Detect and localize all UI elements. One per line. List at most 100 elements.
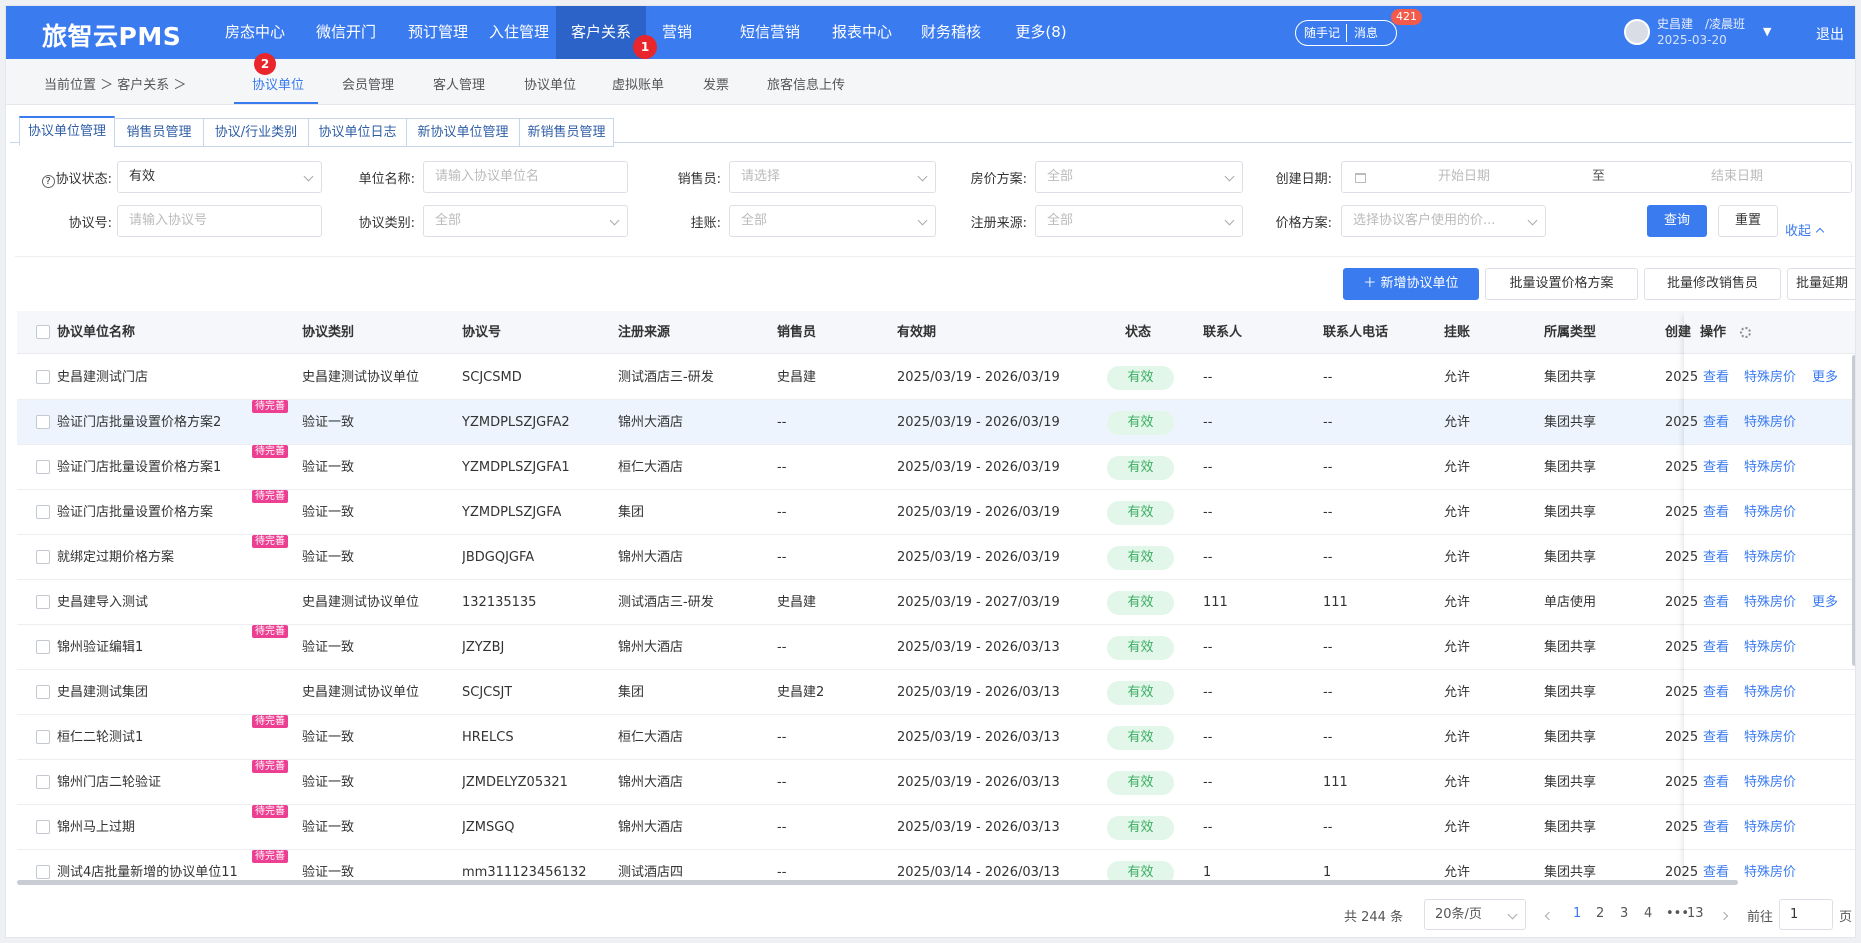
page-number[interactable]: 3: [1620, 906, 1628, 921]
quick-note-button[interactable]: 随手记: [1304, 21, 1340, 45]
cell-name[interactable]: 桓仁二轮测试1: [57, 715, 143, 760]
avatar[interactable]: [1624, 19, 1650, 45]
module-tab-3[interactable]: 协议单位日志: [308, 118, 407, 147]
nav-item-9[interactable]: 更多(8): [996, 6, 1086, 59]
code-filter-input[interactable]: 请输入协议号: [117, 205, 322, 237]
cell-name[interactable]: 史昌建导入测试: [57, 580, 148, 625]
table-row[interactable]: 就绑定过期价格方案 验证一致 JBDGQJGFA 锦州大酒店 -- 2025/03/19 …: [17, 535, 1855, 580]
name-filter-input[interactable]: 请输入协议单位名: [423, 161, 628, 193]
select-all-checkbox[interactable]: [36, 325, 50, 339]
category-filter-select[interactable]: 全部: [423, 205, 628, 237]
row-checkbox[interactable]: [36, 460, 50, 474]
module-tab-4[interactable]: 新协议单位管理: [406, 118, 520, 147]
created-date-range[interactable]: 开始日期 至 结束日期: [1341, 161, 1852, 193]
table-row[interactable]: 史昌建测试门店 史昌建测试协议单位 SCJCSMD 测试酒店三-研发 史昌建 2025/0…: [17, 355, 1855, 400]
cell-name[interactable]: 验证门店批量设置价格方案: [57, 490, 213, 535]
column-header-3[interactable]: 注册来源: [618, 311, 670, 354]
column-header-10[interactable]: 所属类型: [1544, 311, 1596, 354]
subnav-tab-3[interactable]: 协议单位: [524, 74, 576, 93]
column-header-0[interactable]: 协议单位名称: [57, 311, 135, 354]
subnav-tab-0[interactable]: 协议单位: [252, 74, 304, 93]
subnav-tab-6[interactable]: 旅客信息上传: [767, 74, 845, 93]
nav-item-6[interactable]: 短信营销: [724, 6, 816, 59]
row-checkbox[interactable]: [36, 730, 50, 744]
search-button[interactable]: 查询: [1647, 205, 1707, 237]
table-row[interactable]: 桓仁二轮测试1 验证一致 HRELCS 桓仁大酒店 -- 2025/03/19 - 202…: [17, 715, 1855, 760]
subnav-tab-1[interactable]: 会员管理: [342, 74, 394, 93]
row-checkbox[interactable]: [36, 595, 50, 609]
table-row[interactable]: 史昌建测试集团 史昌建测试协议单位 SCJCSJT 集团 史昌建2 2025/03/19 …: [17, 670, 1855, 715]
row-checkbox[interactable]: [36, 775, 50, 789]
nav-item-0[interactable]: 房态中心: [212, 6, 298, 59]
cell-name[interactable]: 锦州马上过期: [57, 805, 135, 850]
end-date-input[interactable]: 结束日期: [1711, 162, 1763, 192]
row-checkbox[interactable]: [36, 550, 50, 564]
module-tab-2[interactable]: 协议/行业类别: [203, 118, 309, 147]
nav-item-4[interactable]: 客户关系: [556, 6, 646, 59]
column-header-8[interactable]: 联系人电话: [1323, 311, 1388, 354]
nav-item-1[interactable]: 微信开门: [299, 6, 393, 59]
batch-extend-button[interactable]: 批量延期: [1787, 268, 1855, 300]
page-number[interactable]: 13: [1687, 906, 1704, 921]
row-checkbox[interactable]: [36, 865, 50, 879]
page-size-select[interactable]: 20条/页: [1424, 899, 1526, 930]
more-pages-icon[interactable]: •••: [1666, 906, 1689, 921]
cell-name[interactable]: 验证门店批量设置价格方案1: [57, 445, 221, 490]
table-row[interactable]: 史昌建导入测试 史昌建测试协议单位 132135135 测试酒店三-研发 史昌建 2025…: [17, 580, 1855, 625]
sales-filter-select[interactable]: 请选择: [729, 161, 936, 193]
goto-page-input[interactable]: 1: [1779, 899, 1833, 930]
table-row[interactable]: 锦州马上过期 验证一致 JZMSGQ 锦州大酒店 -- 2025/03/19 - 2026…: [17, 805, 1855, 850]
subnav-tab-5[interactable]: 发票: [703, 74, 729, 93]
page-number[interactable]: 1: [1573, 906, 1581, 921]
table-row[interactable]: 验证门店批量设置价格方案 验证一致 YZMDPLSZJGFA 集团 -- 2025/03/…: [17, 490, 1855, 535]
prev-page-icon[interactable]: [1544, 911, 1554, 921]
cell-name[interactable]: 史昌建测试门店: [57, 355, 148, 400]
row-checkbox[interactable]: [36, 640, 50, 654]
add-agreement-unit-button[interactable]: ＋ 新增协议单位: [1343, 268, 1479, 300]
row-checkbox[interactable]: [36, 820, 50, 834]
nav-item-2[interactable]: 预订管理: [395, 6, 481, 59]
module-tab-1[interactable]: 销售员管理: [114, 118, 204, 147]
subnav-tab-4[interactable]: 虚拟账单: [612, 74, 664, 93]
column-header-1[interactable]: 协议类别: [302, 311, 354, 354]
row-checkbox[interactable]: [36, 370, 50, 384]
table-row[interactable]: 验证门店批量设置价格方案2 验证一致 YZMDPLSZJGFA2 锦州大酒店 -- 202…: [17, 400, 1855, 445]
vertical-scrollbar[interactable]: [1852, 355, 1855, 666]
reset-button[interactable]: 重置: [1718, 205, 1778, 237]
nav-item-8[interactable]: 财务稽核: [908, 6, 994, 59]
source-filter-select[interactable]: 全部: [1035, 205, 1243, 237]
next-page-icon[interactable]: [1719, 911, 1729, 921]
nav-item-7[interactable]: 报表中心: [819, 6, 905, 59]
cell-name[interactable]: 验证门店批量设置价格方案2: [57, 400, 221, 445]
cell-name[interactable]: 史昌建测试集团: [57, 670, 148, 715]
messages-button[interactable]: 消息: [1354, 21, 1378, 45]
table-row[interactable]: 锦州验证编辑1 验证一致 JZYZBJ 锦州大酒店 -- 2025/03/19 - 202…: [17, 625, 1855, 670]
row-checkbox[interactable]: [36, 685, 50, 699]
row-checkbox[interactable]: [36, 415, 50, 429]
column-header-5[interactable]: 有效期: [897, 311, 936, 354]
batch-modify-sales-button[interactable]: 批量修改销售员: [1644, 268, 1781, 300]
user-name[interactable]: 史昌建 /凌晨班: [1657, 15, 1745, 32]
start-date-input[interactable]: 开始日期: [1438, 162, 1490, 192]
chevron-down-icon[interactable]: ▼: [1763, 25, 1771, 38]
help-icon[interactable]: ?: [41, 175, 55, 188]
column-header-4[interactable]: 销售员: [777, 311, 816, 354]
horizontal-scrollbar[interactable]: [17, 880, 1738, 885]
logout-button[interactable]: 退出: [1816, 24, 1844, 44]
room-plan-filter-select[interactable]: 全部: [1035, 161, 1243, 193]
credit-filter-select[interactable]: 全部: [729, 205, 936, 237]
collapse-filters-link[interactable]: 收起: [1785, 220, 1825, 239]
page-number[interactable]: 4: [1644, 906, 1652, 921]
column-header-9[interactable]: 挂账: [1444, 311, 1470, 354]
column-header-2[interactable]: 协议号: [462, 311, 501, 354]
column-header-6[interactable]: 状态: [1125, 311, 1151, 354]
module-tab-5[interactable]: 新销售员管理: [519, 118, 614, 147]
module-tab-0[interactable]: 协议单位管理: [19, 116, 115, 146]
table-row[interactable]: 锦州门店二轮验证 验证一致 JZMDELYZ05321 锦州大酒店 -- 2025/03/…: [17, 760, 1855, 805]
cell-name[interactable]: 就绑定过期价格方案: [57, 535, 174, 580]
table-row[interactable]: 验证门店批量设置价格方案1 验证一致 YZMDPLSZJGFA1 桓仁大酒店 -- 202…: [17, 445, 1855, 490]
price-plan-filter-select[interactable]: 选择协议客户使用的价...: [1341, 205, 1546, 237]
page-number[interactable]: 2: [1596, 906, 1604, 921]
row-checkbox[interactable]: [36, 505, 50, 519]
nav-item-3[interactable]: 入住管理: [483, 6, 555, 59]
